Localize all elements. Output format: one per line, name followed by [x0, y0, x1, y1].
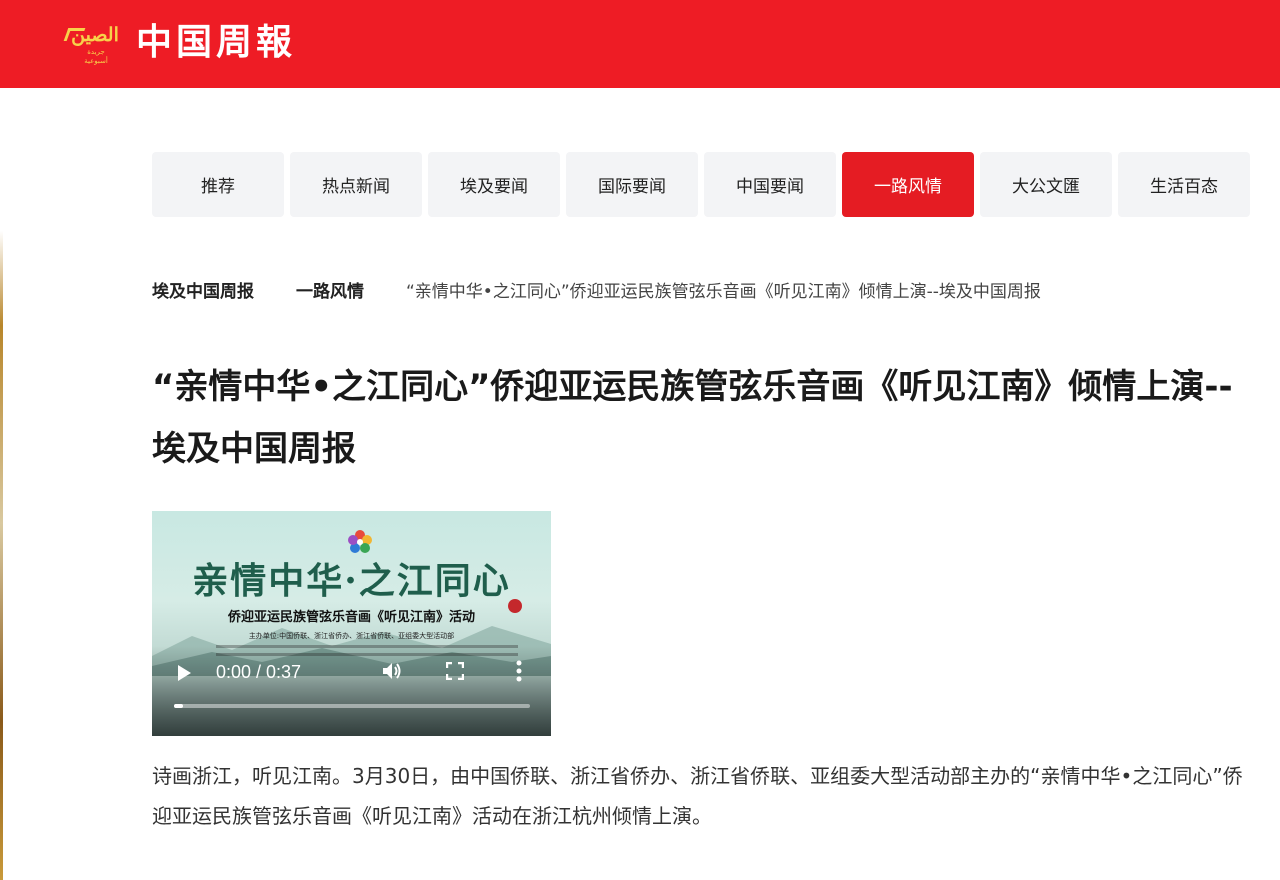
tab-china-news[interactable]: 中国要闻 [704, 152, 836, 217]
flower-logo-icon [348, 530, 372, 553]
category-nav: 推荐 热点新闻 埃及要闻 国际要闻 中国要闻 一路风情 大公文匯 生活百态 [152, 152, 1250, 217]
poster-subtitle: 侨迎亚运民族管弦乐音画《听见江南》活动 [227, 610, 475, 625]
breadcrumb-section-link[interactable]: 一路风情 [296, 277, 364, 302]
logo-arabic-subtext: جريدة أسبوعية [84, 48, 108, 65]
volume-icon[interactable] [380, 659, 404, 683]
logo-emblem: الصين جريدة أسبوعية [63, 22, 126, 65]
tab-life[interactable]: 生活百态 [1118, 152, 1250, 217]
logo-arabic-text: الصين [71, 24, 119, 46]
play-icon[interactable] [178, 665, 191, 681]
tab-egypt-news[interactable]: 埃及要闻 [428, 152, 560, 217]
more-options-icon[interactable] [516, 659, 522, 683]
poster-title: 亲情中华·之江同心 [192, 560, 511, 602]
article-paragraph: 诗画浙江，听见江南。3月30日，由中国侨联、浙江省侨办、浙江省侨联、亚组委大型活… [152, 764, 1243, 828]
tab-takung-literature[interactable]: 大公文匯 [980, 152, 1112, 217]
video-progress-fill [174, 704, 183, 708]
fullscreen-icon[interactable] [446, 662, 464, 680]
tab-recommended[interactable]: 推荐 [152, 152, 284, 217]
breadcrumb-site-link[interactable]: 埃及中国周报 [152, 277, 254, 302]
tab-hot-news[interactable]: 热点新闻 [290, 152, 422, 217]
poster-organizers: 主办单位:中国侨联、浙江省侨办、浙江省侨联、亚组委大型活动部 [248, 632, 455, 640]
video-player[interactable]: 亲情中华·之江同心 侨迎亚运民族管弦乐音画《听见江南》活动 主办单位:中国侨联、… [152, 511, 551, 736]
background-strip [0, 88, 3, 880]
breadcrumb-current: “亲情中华•之江同心”侨迎亚运民族管弦乐音画《听见江南》倾情上演--埃及中国周报 [406, 281, 1041, 302]
video-time: 0:00 / 0:37 [216, 662, 302, 682]
video-progress-bar[interactable] [174, 704, 530, 708]
logo-text: 中国周報 [136, 21, 297, 63]
controls-overlay [152, 646, 551, 736]
site-logo[interactable]: الصين جريدة أسبوعية 中国周報 [63, 20, 297, 65]
tab-belt-road-scenery[interactable]: 一路风情 [842, 152, 974, 217]
tab-international-news[interactable]: 国际要闻 [566, 152, 698, 217]
article-title: “亲情中华•之江同心”侨迎亚运民族管弦乐音画《听见江南》倾情上演--埃及中国周报 [152, 367, 1233, 469]
site-header: الصين جريدة أسبوعية 中国周報 [0, 0, 1280, 88]
breadcrumb: 埃及中国周报 一路风情 “亲情中华•之江同心”侨迎亚运民族管弦乐音画《听见江南》… [152, 276, 1041, 302]
